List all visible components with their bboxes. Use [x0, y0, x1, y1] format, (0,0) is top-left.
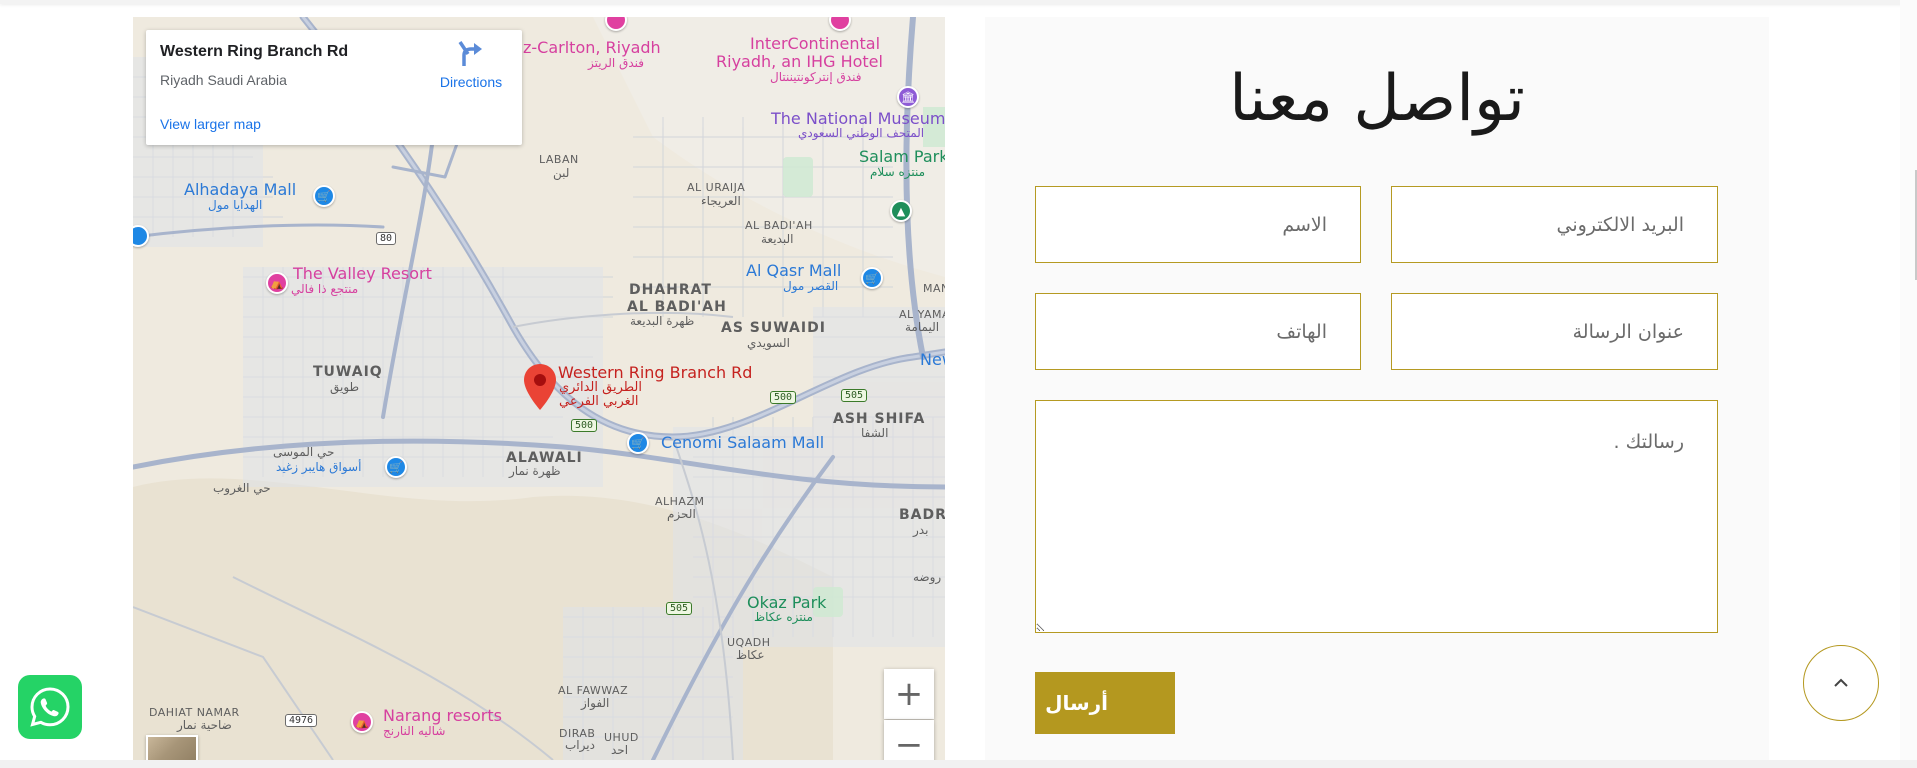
map-label: حي الموسى — [273, 445, 335, 459]
map-label: AL BADI'AH — [627, 299, 727, 315]
map-label: New — [920, 350, 945, 369]
page-scrollbar[interactable] — [1900, 0, 1917, 768]
map-label: The Valley Resort — [293, 264, 432, 283]
route-shield-505: 505 — [666, 602, 693, 615]
map-label: الحزم — [667, 507, 696, 521]
map-label: AS SUWAIDI — [721, 320, 826, 336]
map-label: شاليه النارنج — [383, 724, 446, 738]
place-address: Riyadh Saudi Arabia — [160, 72, 287, 88]
chevron-up-icon — [1834, 678, 1848, 687]
page: 🛒 🛒 🛒 🛒 ⛺ ⛺ 🏛 ▲ 80 500 500 505 505 4976 … — [0, 0, 1917, 768]
resort-icon[interactable]: ⛺ — [266, 272, 288, 294]
satellite-layer-toggle[interactable] — [146, 735, 198, 760]
map-label: احد — [611, 743, 629, 757]
map-label: LABAN — [539, 153, 579, 166]
map-label: AL URAIJA — [687, 181, 746, 194]
embedded-map[interactable]: 🛒 🛒 🛒 🛒 ⛺ ⛺ 🏛 ▲ 80 500 500 505 505 4976 … — [133, 17, 945, 760]
map-label: Alhadaya Mall — [184, 180, 297, 199]
submit-button[interactable]: أرسال — [1035, 672, 1175, 734]
map-label: ظهرة نمار — [509, 464, 561, 478]
map-label: منتجع ذا فالي — [291, 282, 359, 296]
map-label: اليمامة — [905, 320, 940, 334]
map-label: عكاظ — [736, 648, 765, 662]
map-label: حي الغروب — [213, 481, 271, 495]
map-label: العريجاء — [701, 194, 741, 208]
directions-label: Directions — [439, 74, 503, 90]
plus-icon: + — [894, 674, 924, 714]
shopping-bag-icon[interactable]: 🛒 — [861, 267, 883, 289]
message-textarea[interactable] — [1035, 400, 1718, 633]
map-label: القصر مول — [783, 279, 839, 293]
bottom-band — [0, 760, 1917, 768]
zoom-in-button[interactable]: + — [884, 669, 934, 719]
map-label: روضه — [913, 570, 942, 584]
map-label: فندق الريتز — [588, 56, 644, 70]
map-label: فندق إنتركونتيننتال — [770, 70, 862, 84]
shopping-cart-icon[interactable]: 🛒 — [385, 456, 407, 478]
map-label: طويق — [330, 380, 360, 394]
map-label: البديعة — [761, 232, 794, 246]
map-label: MAN — [923, 282, 945, 295]
name-input[interactable] — [1035, 186, 1361, 263]
map-label: الشفا — [861, 426, 889, 440]
map-label: Riyadh, an IHG Hotel — [716, 52, 883, 71]
map-label: بدر — [913, 523, 929, 537]
email-input[interactable] — [1391, 186, 1718, 263]
zoom-out-button[interactable]: − — [884, 720, 934, 760]
phone-input[interactable] — [1035, 293, 1361, 370]
museum-icon[interactable]: 🏛 — [897, 86, 919, 108]
map-label: Salam Park — [859, 147, 945, 166]
directions-button[interactable]: Directions — [431, 40, 511, 90]
route-shield-500: 500 — [770, 391, 797, 404]
map-label: ASH SHIFA — [833, 411, 926, 427]
map-label: BADR — [899, 507, 945, 523]
map-label: لبن — [553, 166, 570, 180]
map-label: ظهرة البديعة — [630, 314, 695, 328]
map-label: InterContinental — [750, 34, 881, 53]
map-label: الغربي الفرعي — [559, 394, 639, 409]
subject-input[interactable] — [1391, 293, 1718, 370]
map-label: منتزه عكاظ — [754, 610, 813, 624]
park-icon[interactable]: ▲ — [890, 200, 912, 222]
scroll-to-top-button[interactable] — [1803, 645, 1879, 721]
map-label: AL BADI'AH — [745, 219, 813, 232]
route-shield-505: 505 — [841, 389, 868, 402]
map-label: Al Qasr Mall — [746, 261, 842, 280]
place-title: Western Ring Branch Rd — [160, 43, 349, 60]
map-label: z-Carlton, Riyadh — [523, 38, 661, 57]
map-label: المتحف الوطني السعودي — [798, 126, 925, 140]
map-label: الفواز — [581, 696, 610, 710]
map-info-card: Western Ring Branch Rd Riyadh Saudi Arab… — [146, 30, 522, 145]
map-label: Cenomi Salaam Mall — [661, 433, 825, 452]
map-label: الهدايا مول — [208, 198, 263, 212]
top-band — [0, 0, 1917, 4]
view-larger-map-link[interactable]: View larger map — [160, 116, 261, 132]
contact-form-title: تواصل معنا — [1229, 62, 1525, 136]
resort-icon[interactable]: ⛺ — [351, 711, 373, 733]
location-pin-icon[interactable] — [524, 364, 556, 410]
map-label: ديراب — [565, 738, 595, 752]
map-label: TUWAIQ — [313, 364, 383, 380]
directions-icon — [458, 41, 482, 66]
map-label: منتزه سلام — [870, 165, 926, 179]
map-label: ضاحية نمار — [177, 718, 232, 732]
route-shield-500: 500 — [571, 419, 598, 432]
whatsapp-button[interactable] — [18, 675, 82, 739]
route-shield-80: 80 — [376, 232, 397, 245]
shopping-bag-icon[interactable]: 🛒 — [627, 432, 649, 454]
map-label: Narang resorts — [383, 706, 502, 725]
route-shield-4976: 4976 — [285, 714, 318, 727]
shopping-bag-icon[interactable]: 🛒 — [313, 185, 335, 207]
map-label: أسواق هايبر زغيد — [276, 460, 362, 474]
map-label: DHAHRAT — [629, 282, 712, 298]
map-label: السويدي — [747, 336, 790, 350]
minus-icon: − — [894, 725, 924, 760]
whatsapp-icon — [30, 687, 70, 727]
